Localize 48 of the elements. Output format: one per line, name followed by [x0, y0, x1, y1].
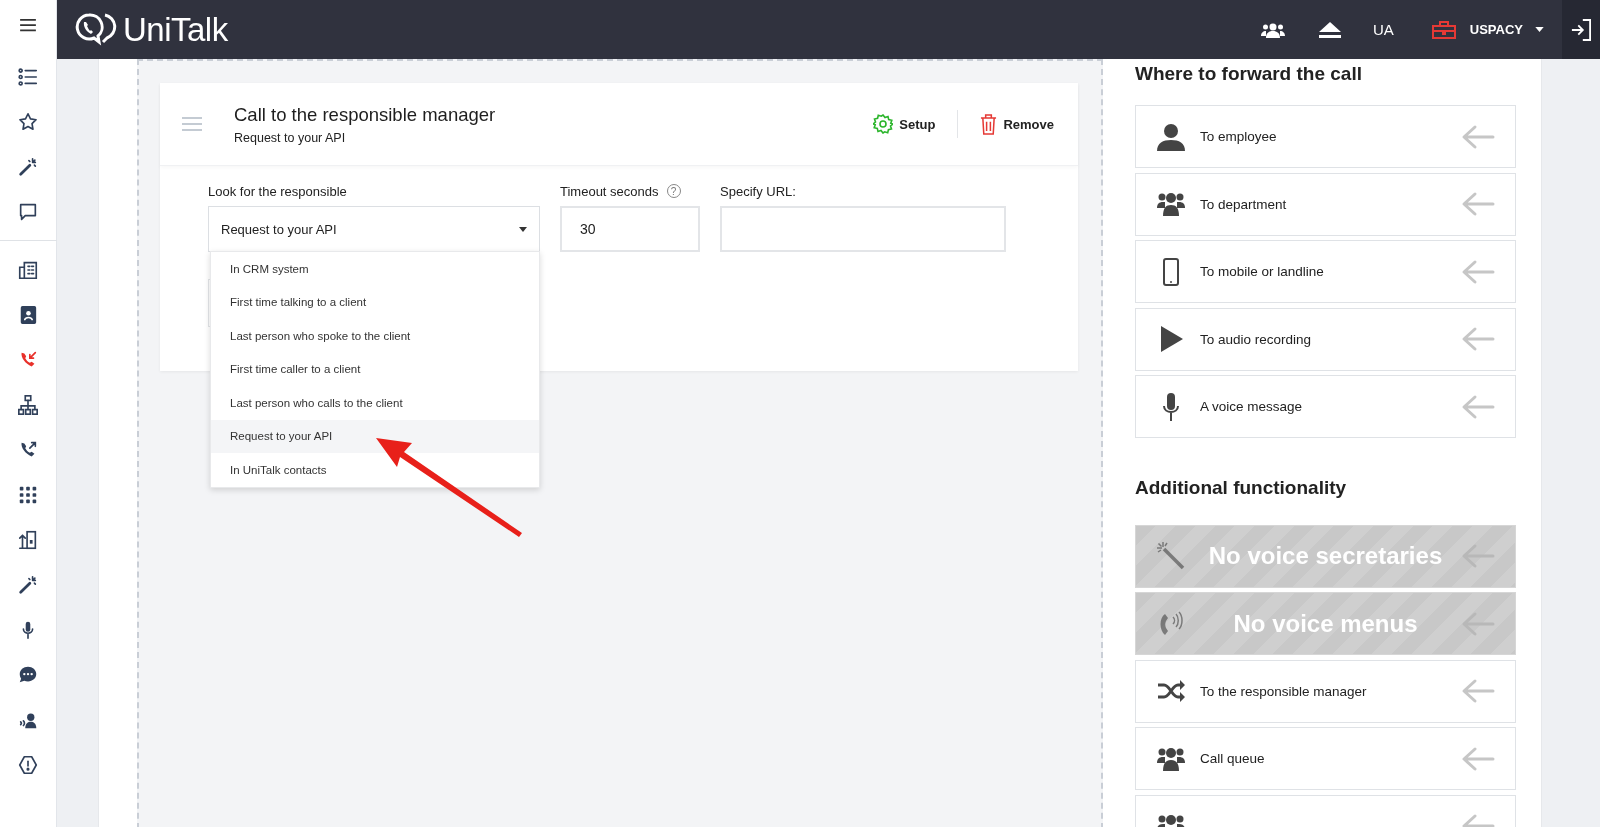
gear-icon	[873, 114, 894, 134]
language-button[interactable]: UA	[1372, 21, 1394, 38]
person-icon	[1156, 121, 1186, 152]
option-card[interactable]: To audio recording	[1135, 307, 1516, 371]
trash-icon	[980, 113, 998, 135]
list-icon[interactable]	[17, 65, 39, 88]
option-card[interactable]: To the responsible manager	[1135, 659, 1516, 723]
dropdown-option[interactable]: Request to your API	[211, 419, 539, 453]
wand-icon[interactable]	[17, 573, 39, 596]
option-card[interactable]: A voice message	[1135, 375, 1516, 438]
briefcase-icon[interactable]	[1431, 20, 1456, 39]
option-card[interactable]: To employee	[1135, 105, 1516, 168]
transfer-icon[interactable]	[17, 528, 39, 551]
logo: UniTalk	[75, 10, 228, 49]
eject-icon[interactable]	[1318, 21, 1341, 38]
drag-handle-icon[interactable]	[182, 117, 202, 131]
dropdown-option[interactable]: First time caller to a client	[211, 352, 539, 386]
wand-icon[interactable]	[17, 155, 39, 178]
responsible-select[interactable]: Request to your API	[208, 206, 540, 252]
field-label: Specify URL:	[720, 183, 797, 199]
magic-wand-icon	[1156, 541, 1186, 571]
option-card[interactable]: To mobile or landline	[1135, 240, 1516, 303]
step-subtitle: Request to your API	[234, 130, 347, 145]
option-card[interactable]: Call queue	[1135, 727, 1516, 790]
dropdown-option[interactable]: Last person who spoke to the client	[211, 319, 539, 353]
org-icon[interactable]	[17, 393, 39, 416]
users-icon[interactable]	[1260, 21, 1285, 38]
step-title: Call to the responsible manager	[234, 103, 496, 126]
field-label: Timeout seconds	[560, 183, 659, 199]
field-label: Look for the responsible	[208, 183, 348, 199]
remove-button[interactable]: Remove	[980, 109, 1054, 139]
section-heading: Where to forward the call	[1135, 63, 1362, 85]
caret-icon	[519, 226, 527, 232]
option-card[interactable]: To department	[1135, 172, 1516, 236]
dropdown-option[interactable]: In CRM system	[211, 252, 539, 286]
logout-icon[interactable]	[1571, 18, 1591, 41]
account-name[interactable]: USPACY	[1469, 22, 1523, 37]
dropdown-option[interactable]: In UniTalk contacts	[211, 453, 539, 487]
url-field[interactable]	[720, 206, 1006, 252]
section-heading: Additional functionality	[1135, 476, 1347, 499]
alert-icon[interactable]	[17, 753, 39, 776]
menu-icon[interactable]	[19, 18, 37, 32]
star-icon[interactable]	[17, 110, 39, 133]
setup-button[interactable]: Setup	[873, 110, 936, 138]
dropdown-option[interactable]: Last person who calls to the client	[211, 386, 539, 420]
caret-icon[interactable]	[1535, 27, 1544, 32]
timeout-field[interactable]: 30	[560, 206, 700, 252]
dropdown-option[interactable]: First time talking to a client	[211, 285, 539, 319]
